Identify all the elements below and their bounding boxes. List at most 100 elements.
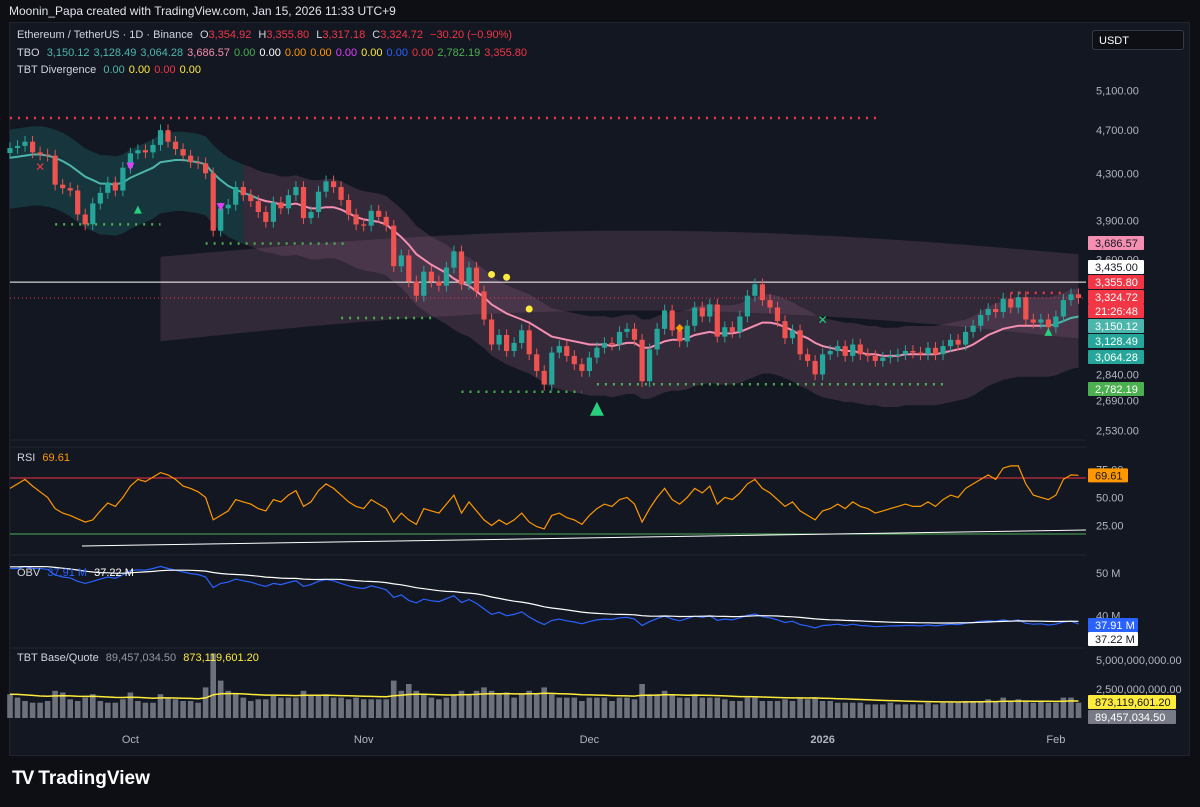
time-axis-label: Dec (580, 734, 600, 746)
volume-bar (872, 704, 879, 718)
rsi-label[interactable]: RSI (17, 452, 35, 464)
grid-lines (10, 439, 1086, 649)
candle-up (1000, 298, 1006, 312)
tbo-legend[interactable]: TBO 3,150.12 3,128.49 3,064.28 3,686.57 0.00… (17, 47, 535, 59)
candle-down (1030, 319, 1036, 323)
volume-bar (691, 694, 698, 718)
candle-down (993, 309, 999, 312)
price-label-text: 3,064.28 (1095, 352, 1138, 364)
volume-bar (955, 702, 961, 718)
volume-bar (82, 697, 88, 718)
candle-down (75, 190, 81, 215)
candle-up (895, 354, 901, 356)
candle-down (865, 354, 871, 356)
time-axis-label: Nov (354, 734, 374, 746)
volume-bar (616, 697, 623, 718)
candle-up (1053, 316, 1059, 328)
obv-value-2: 37.22 M (94, 567, 134, 579)
volume-legend[interactable]: TBT Base/Quote 89,457,034.50 873,119,601… (17, 652, 263, 664)
symbol-legend[interactable]: Ethereum / TetherUS · 1D · Binance O3,35… (17, 29, 516, 41)
candle-up (601, 342, 607, 348)
candle-down (473, 267, 480, 292)
obv-line (10, 565, 1079, 629)
candle-down (391, 225, 397, 267)
volume-bar (902, 704, 909, 718)
candle-down (361, 224, 367, 226)
volume-bar (842, 702, 848, 718)
candle-down (278, 202, 284, 209)
volume-bar (67, 699, 73, 718)
candle-down (30, 141, 36, 153)
price-chart-svg[interactable]: ✕✕ 5,100.004,700.004,300.003,900.003,600… (0, 0, 1200, 807)
volume-bar (774, 701, 781, 718)
candle-up (616, 331, 623, 345)
tbo-value: 3,128.49 (93, 47, 137, 59)
rsi-value: 69.61 (42, 452, 70, 464)
volume-bar (488, 690, 495, 718)
tradingview-logo-icon: TV (12, 768, 34, 789)
candle-up (744, 295, 750, 317)
volume-bar (917, 704, 924, 718)
candle-down (797, 330, 803, 355)
volume-bar (165, 697, 171, 718)
volume-bar (609, 701, 615, 718)
candle-up (285, 195, 291, 209)
chart-frame: Moonin_Papa created with TradingView.com… (0, 0, 1200, 807)
candle-down (165, 130, 171, 142)
candle-down (376, 210, 382, 217)
tbo-value: 0.00 (361, 47, 383, 59)
cross-marker: ✕ (35, 160, 45, 174)
volume-bar (594, 697, 600, 718)
candle-up (14, 145, 21, 148)
candle-down (172, 141, 179, 150)
candle-down (504, 335, 510, 351)
volume-bar (52, 690, 58, 718)
volume-bar (895, 704, 901, 718)
price-label-text: 3,355.80 (1095, 277, 1138, 289)
candle-down (579, 364, 585, 371)
volume-bar (819, 701, 826, 718)
candle-up (835, 346, 841, 351)
candle-up (850, 344, 856, 356)
candle-up (225, 204, 231, 209)
volume-bar (353, 697, 359, 718)
divergence-dot (525, 305, 533, 313)
divergence-legend[interactable]: TBT Divergence 0.00 0.00 0.00 0.00 (17, 64, 209, 76)
volume-bar (285, 697, 292, 718)
candle-up (820, 354, 826, 375)
candle-up (586, 357, 592, 371)
divergence-label[interactable]: TBT Divergence (17, 64, 96, 76)
rsi-line (9, 465, 1079, 530)
tbo-label[interactable]: TBO (17, 47, 40, 59)
candle-down (812, 360, 818, 375)
obv-legend[interactable]: OBV 37.91 M 37.22 M (17, 567, 138, 579)
volume-bar (669, 694, 675, 718)
rsi-legend[interactable]: RSI 69.61 (17, 452, 74, 464)
obv-value-1: 37.91 M (47, 567, 88, 579)
candle-up (398, 255, 404, 267)
volume-bar (1053, 702, 1059, 718)
obv-label[interactable]: OBV (17, 567, 40, 579)
candle-up (948, 339, 954, 347)
volume-label[interactable]: TBT Base/Quote (17, 652, 99, 664)
obv-signal-text: 37.22 M (1095, 634, 1135, 646)
currency-button[interactable]: USDT (1092, 30, 1184, 50)
candle-down (917, 352, 924, 355)
candle-up (1038, 319, 1044, 323)
volume-bar (368, 699, 374, 718)
rsi-trend-line (81, 529, 1087, 547)
tbo-value: 3,355.80 (484, 47, 528, 59)
tradingview-logo[interactable]: TV TradingView (12, 768, 150, 790)
volume-bar (729, 701, 736, 718)
symbol-name[interactable]: Ethereum / TetherUS · 1D · Binance (17, 29, 193, 41)
candle-down (782, 321, 788, 339)
candle-down (639, 339, 645, 382)
candle-down (1045, 319, 1051, 328)
candle-up (880, 357, 886, 361)
candle-up (624, 328, 630, 332)
ohlc-open: 3,354.92 (208, 29, 252, 41)
volume-bar (278, 697, 284, 718)
volume-bar (707, 697, 713, 718)
volume-bar (345, 699, 352, 718)
volume-bar (1075, 702, 1082, 718)
